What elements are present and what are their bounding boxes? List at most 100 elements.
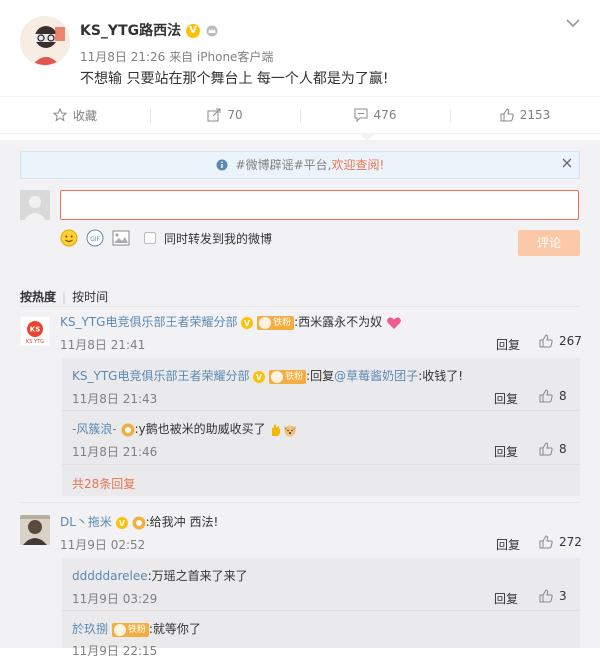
- sync-label: 同时转发到我的微博: [164, 231, 273, 246]
- comment-text: :西米露永不为奴: [294, 315, 383, 329]
- star-icon: [52, 108, 67, 122]
- post-author-name-text[interactable]: KS_YTG路西法: [80, 23, 181, 39]
- post-author-name[interactable]: KS_YTG路西法 V: [80, 20, 219, 40]
- commenter-name[interactable]: KS_YTG电竞俱乐部王者荣耀分部: [60, 315, 237, 329]
- thumbs-up-icon: [539, 535, 553, 549]
- post-author-avatar[interactable]: [20, 16, 70, 66]
- hand-emoji-icon: [272, 424, 281, 436]
- comment-time: 11月8日 21:41: [60, 338, 146, 352]
- sub-reply-text: :y鹅也被米的助威收买了: [134, 422, 266, 436]
- post-action-bar: 收藏 70 476 2153: [0, 96, 600, 134]
- svg-text:GIF: GIF: [90, 236, 100, 243]
- svg-text:KS: KS: [30, 326, 40, 334]
- divider: [62, 410, 580, 411]
- post-content: 不想输 只要站在那个舞台上 每一个人都是为了赢!: [80, 71, 389, 87]
- sync-checkbox[interactable]: [144, 232, 156, 244]
- sub-like-count: 3: [559, 589, 567, 603]
- comment-panel-pointer: [360, 134, 374, 141]
- commenter-name[interactable]: DL丶拖米: [60, 515, 112, 529]
- svg-text:V: V: [119, 519, 126, 528]
- notice-link[interactable]: 欢迎查阅!: [331, 158, 384, 172]
- like-count: 2153: [519, 108, 551, 122]
- info-icon: [216, 159, 228, 171]
- sub-like-count: 8: [559, 389, 567, 403]
- sub-reply-line: -风簇浪- :y鹅也被米的助威收买了: [72, 420, 297, 437]
- divider: [20, 502, 580, 503]
- sub-replier-name[interactable]: -风簇浪-: [72, 422, 117, 436]
- post-meta: 11月8日 21:26 来自 iPhone客户端: [80, 50, 274, 64]
- view-more-replies-link[interactable]: 共28条回复: [72, 475, 135, 492]
- comment-like-count: 272: [559, 535, 582, 549]
- sub-like-button[interactable]: 8: [539, 442, 567, 456]
- forward-button[interactable]: 70: [150, 97, 300, 133]
- divider: [62, 610, 580, 611]
- commenter-avatar[interactable]: [20, 515, 50, 545]
- crown-icon: [206, 25, 218, 37]
- thumbs-up-icon: [539, 334, 553, 348]
- chevron-down-icon[interactable]: [566, 18, 580, 28]
- sub-replier-name[interactable]: dddddarelee: [72, 569, 148, 583]
- thumbs-up-icon: [539, 589, 553, 603]
- sub-reply-line: KS_YTG电竞俱乐部王者荣耀分部 V 铁粉:回复@草莓酱奶团子:收钱了!: [72, 367, 463, 384]
- sub-reply-line: dddddarelee:万瑶之首来了来了: [72, 567, 248, 584]
- comment-time: 11月9日 02:52: [60, 538, 146, 552]
- thumbs-up-icon: [500, 108, 514, 122]
- sub-like-button[interactable]: 3: [539, 589, 567, 603]
- comment-icon: [354, 108, 368, 122]
- sub-replier-name[interactable]: 於玖捌: [72, 622, 108, 636]
- thumbs-up-icon: [539, 442, 553, 456]
- emoji-icon[interactable]: [60, 229, 78, 247]
- comment-button[interactable]: 476: [300, 97, 450, 133]
- comment-like-count: 267: [559, 334, 582, 348]
- sub-reply-text: :万瑶之首来了来了: [147, 569, 248, 583]
- svg-text:V: V: [244, 319, 251, 328]
- mention-link[interactable]: @草莓酱奶团子: [334, 369, 418, 383]
- close-icon[interactable]: [562, 158, 572, 168]
- comment-like-button[interactable]: 267: [539, 334, 582, 348]
- sub-like-count: 8: [559, 442, 567, 456]
- reply-button[interactable]: 回复: [496, 536, 520, 553]
- sub-replier-name[interactable]: KS_YTG电竞俱乐部王者荣耀分部: [72, 369, 249, 383]
- verified-badge-icon: V: [253, 370, 266, 383]
- comment-like-button[interactable]: 272: [539, 535, 582, 549]
- sub-reply-time: 11月9日 22:15: [72, 644, 158, 658]
- like-button[interactable]: 2153: [450, 97, 600, 133]
- sub-reply-text: :回复: [306, 369, 335, 383]
- sub-reply-time: 11月8日 21:46: [72, 445, 158, 459]
- reply-button[interactable]: 回复: [496, 336, 520, 353]
- sort-hot-tab[interactable]: 按热度: [20, 290, 56, 304]
- composer-tools: GIF 同时转发到我的微博: [60, 229, 272, 247]
- reply-button[interactable]: 回复: [494, 590, 518, 607]
- sub-like-button[interactable]: 8: [539, 389, 567, 403]
- member-badge-icon: [121, 423, 134, 436]
- sub-reply-line: 於玖捌 铁粉:就等你了: [72, 620, 201, 637]
- comment-input[interactable]: [60, 190, 579, 220]
- thumbs-up-icon: [539, 389, 553, 403]
- comment-line: DL丶拖米 V :给我冲 西法!: [60, 513, 218, 530]
- svg-text:KS YTG: KS YTG: [26, 339, 44, 345]
- sort-separator: |: [62, 290, 67, 304]
- favorite-label: 收藏: [72, 108, 97, 123]
- comment-line: KS_YTG电竞俱乐部王者荣耀分部 V 铁粉:西米露永不为奴: [60, 313, 402, 330]
- reply-button[interactable]: 回复: [494, 443, 518, 460]
- dog-face-icon: [284, 425, 296, 436]
- image-icon[interactable]: [112, 229, 130, 247]
- forward-icon: [207, 108, 221, 122]
- comment-count: 476: [373, 108, 397, 122]
- gif-icon[interactable]: GIF: [86, 229, 104, 247]
- svg-text:V: V: [256, 373, 263, 382]
- current-user-avatar: [20, 190, 50, 220]
- divider: [20, 306, 580, 307]
- reply-button[interactable]: 回复: [494, 390, 518, 407]
- commenter-avatar[interactable]: KS KS YTG: [20, 316, 50, 346]
- sub-reply-text: :就等你了: [148, 622, 201, 636]
- fan-badge: 铁粉: [257, 315, 295, 330]
- submit-comment-button[interactable]: 评论: [518, 230, 580, 256]
- sort-time-tab[interactable]: 按时间: [72, 290, 108, 304]
- notice-text: #微博辟谣#平台,: [235, 158, 332, 172]
- verified-badge-icon: V: [186, 24, 200, 38]
- verified-badge-icon: V: [115, 516, 128, 529]
- favorite-button[interactable]: 收藏: [0, 97, 150, 133]
- comment-text: :给我冲 西法!: [145, 515, 219, 529]
- member-badge-icon: [132, 516, 146, 529]
